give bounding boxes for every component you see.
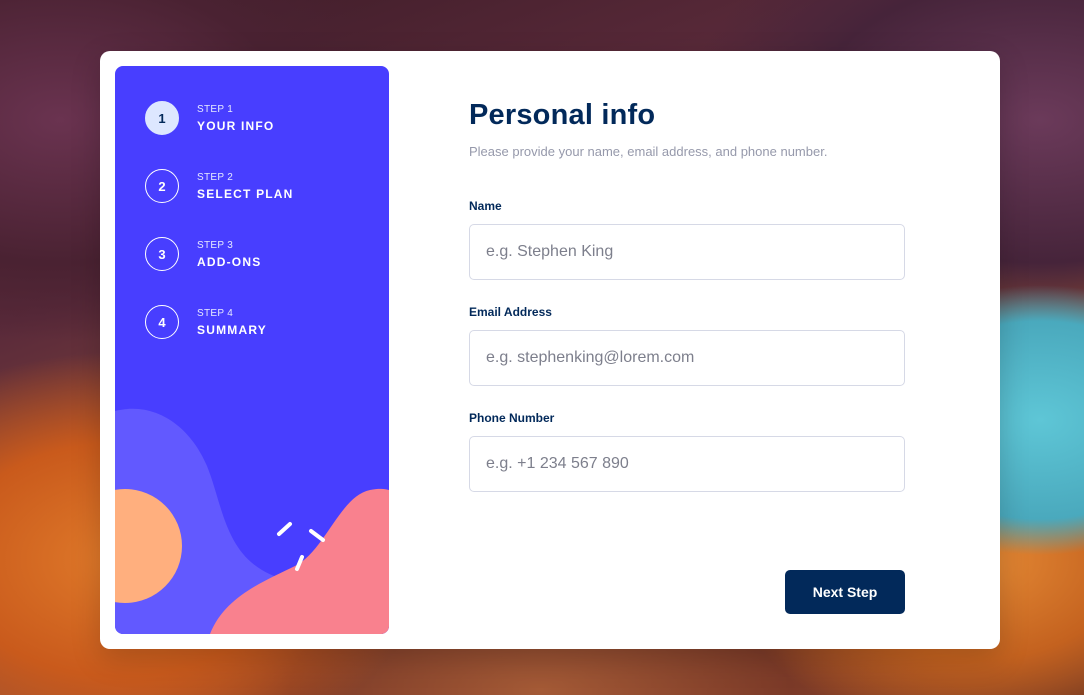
- email-label: Email Address: [469, 305, 552, 319]
- step-item-1[interactable]: 1 STEP 1 YOUR INFO: [145, 101, 294, 135]
- step-label: STEP 2: [197, 171, 234, 183]
- name-input[interactable]: [469, 224, 905, 280]
- name-label: Name: [469, 199, 502, 213]
- step-title: SELECT PLAN: [197, 186, 294, 201]
- step-number-badge: 4: [145, 305, 179, 339]
- form-card: 1 STEP 1 YOUR INFO 2 STEP 2 SELECT PLAN …: [100, 51, 1000, 649]
- steps-sidebar: 1 STEP 1 YOUR INFO 2 STEP 2 SELECT PLAN …: [115, 66, 389, 634]
- step-text: STEP 1 YOUR INFO: [197, 103, 275, 133]
- step-number-badge: 3: [145, 237, 179, 271]
- step-item-4[interactable]: 4 STEP 4 SUMMARY: [145, 305, 294, 339]
- email-input[interactable]: [469, 330, 905, 386]
- phone-input[interactable]: [469, 436, 905, 492]
- phone-label: Phone Number: [469, 411, 555, 425]
- step-title: ADD-ONS: [197, 254, 262, 269]
- step-text: STEP 2 SELECT PLAN: [197, 171, 294, 201]
- personal-info-form: Personal info Please provide your name, …: [469, 51, 905, 649]
- step-item-3[interactable]: 3 STEP 3 ADD-ONS: [145, 237, 294, 271]
- page-title: Personal info: [469, 99, 656, 131]
- step-text: STEP 4 SUMMARY: [197, 307, 267, 337]
- step-label: STEP 3: [197, 239, 234, 251]
- step-item-2[interactable]: 2 STEP 2 SELECT PLAN: [145, 169, 294, 203]
- step-list: 1 STEP 1 YOUR INFO 2 STEP 2 SELECT PLAN …: [145, 101, 294, 373]
- step-label: STEP 4: [197, 307, 234, 319]
- page-subtitle: Please provide your name, email address,…: [469, 144, 828, 159]
- step-text: STEP 3 ADD-ONS: [197, 239, 262, 269]
- step-label: STEP 1: [197, 103, 234, 115]
- next-step-button[interactable]: Next Step: [785, 570, 905, 614]
- step-number-badge: 1: [145, 101, 179, 135]
- step-title: YOUR INFO: [197, 118, 275, 133]
- step-title: SUMMARY: [197, 322, 267, 337]
- step-number-badge: 2: [145, 169, 179, 203]
